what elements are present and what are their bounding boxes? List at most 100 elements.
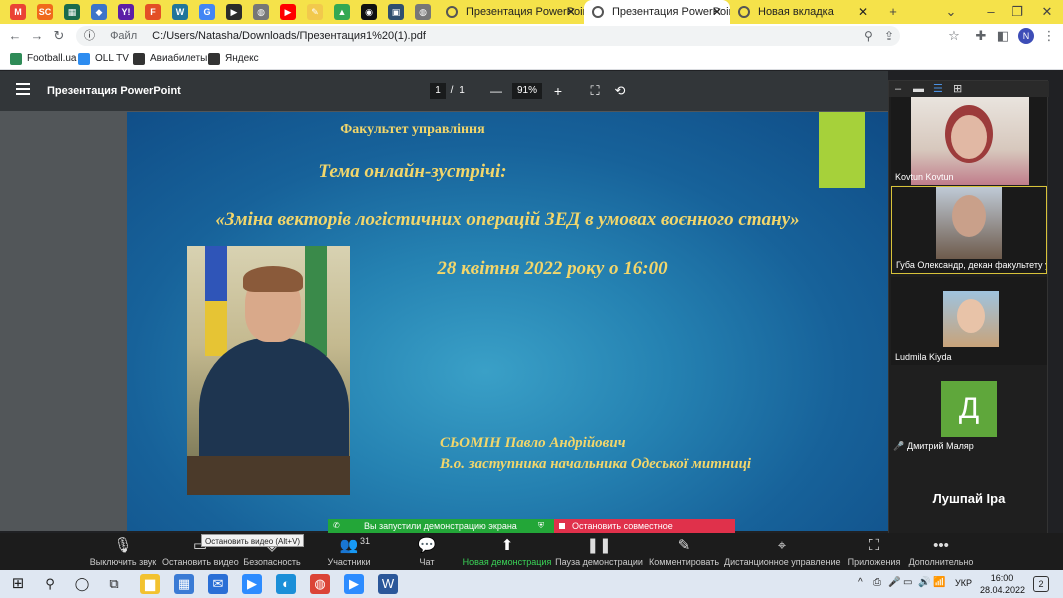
clock[interactable]: 16:00 28.04.2022 — [980, 572, 1025, 596]
wifi-icon[interactable]: 📶 — [933, 577, 945, 588]
mute-button[interactable]: 🎙 Выключить звук — [88, 533, 158, 570]
explorer-icon[interactable]: ▆ — [140, 574, 160, 594]
single-view-icon[interactable]: ▬ — [913, 83, 924, 95]
page-app-icon[interactable]: ▣ — [388, 4, 404, 20]
bookmark-item[interactable]: Яндекс — [208, 51, 259, 67]
gmail-icon[interactable]: M — [10, 4, 26, 20]
toolbar-label: Дистанционное управление — [724, 557, 841, 567]
browser-menu-icon[interactable]: ⋮ — [1040, 27, 1058, 45]
device-icon[interactable]: ⎙ — [873, 577, 881, 588]
youtube-icon[interactable]: ▶ — [280, 4, 296, 20]
close-icon[interactable]: ✕ — [858, 0, 868, 24]
close-icon[interactable]: ✕ — [712, 0, 722, 24]
reload-button[interactable]: ↻ — [50, 27, 68, 45]
language-indicator[interactable]: УКР — [955, 578, 972, 588]
page-input[interactable]: 1 — [430, 83, 446, 99]
cortana-icon[interactable]: ◯ — [72, 574, 92, 594]
back-button[interactable]: ← — [6, 27, 24, 45]
tooltip: Остановить видео (Alt+V) — [201, 534, 305, 547]
apps-icon: ⛶ — [868, 537, 880, 554]
chrome-icon[interactable]: ◍ — [310, 574, 330, 594]
wordpress-icon[interactable]: W — [172, 4, 188, 20]
word-icon[interactable]: W — [378, 574, 398, 594]
mail-icon[interactable]: ✉ — [208, 574, 228, 594]
strip-view-icon[interactable]: ☰ — [933, 83, 943, 95]
bookmark-label: Football.ua — [27, 53, 77, 64]
globe-icon[interactable]: ◍ — [253, 4, 269, 20]
profile-avatar[interactable]: N — [1018, 28, 1034, 44]
zoom-icon[interactable]: ⚲ — [864, 26, 873, 46]
share-icon[interactable]: ⇪ — [884, 26, 894, 46]
pause-share-button[interactable]: ❚❚ Пауза демонстрации — [554, 533, 644, 570]
zoom-level[interactable]: 91% — [512, 83, 542, 99]
participant-video[interactable]: Ludmila Kiyda — [891, 277, 1047, 365]
bookmark-item[interactable]: OLL TV — [78, 51, 129, 67]
stop-share-button[interactable]: Остановить совместное использование — [554, 519, 735, 545]
store-icon[interactable]: ▦ — [174, 574, 194, 594]
note-icon[interactable]: ✎ — [307, 4, 323, 20]
chat-button[interactable]: 💬 Чат — [404, 533, 450, 570]
remote-control-button[interactable]: ⌖ Дистанционное управление — [724, 533, 840, 570]
minimize-icon[interactable]: – — [978, 0, 1004, 24]
participant-name: Kovtun Kovtun — [895, 172, 954, 182]
show-hidden-icon[interactable]: ^ — [858, 577, 863, 588]
new-tab-button[interactable]: + — [880, 0, 906, 24]
menu-icon[interactable] — [16, 83, 30, 85]
participant-video[interactable]: Губа Олександр, декан факультету у... — [891, 186, 1047, 274]
google-icon[interactable]: G — [199, 4, 215, 20]
forward-button[interactable]: → — [28, 27, 46, 45]
rotate-icon[interactable]: ⟲ — [611, 83, 629, 99]
participant-avatar: Д — [941, 381, 997, 437]
task-view-icon[interactable]: ⧉ — [104, 574, 124, 594]
sc-icon[interactable]: SC — [37, 4, 53, 20]
url-text[interactable]: C:/Users/Natasha/Downloads/Презентация1%… — [152, 30, 426, 42]
extensions-icon[interactable]: ✚ — [972, 27, 990, 45]
annotate-button[interactable]: ✎ Комментировать — [646, 533, 722, 570]
info-icon[interactable]: ⓘ — [84, 30, 95, 42]
f-app-icon[interactable]: F — [145, 4, 161, 20]
zoom-meeting-icon[interactable]: ▶ — [344, 574, 364, 594]
yahoo-icon[interactable]: Y! — [118, 4, 134, 20]
diamond-app-icon[interactable]: ◆ — [91, 4, 107, 20]
sharing-status: Вы запустили демонстрацию экрана — [364, 521, 517, 531]
globe-icon[interactable]: ◍ — [415, 4, 431, 20]
more-button[interactable]: ••• Дополнительно — [906, 533, 976, 570]
edge-icon[interactable]: ◐ — [276, 574, 296, 594]
participants-button[interactable]: 👥 Участники 31 — [322, 533, 376, 570]
minimize-panel-icon[interactable]: – — [895, 83, 901, 95]
bookmark-star-icon[interactable]: ☆ — [945, 27, 963, 45]
loop-app-icon[interactable]: ◉ — [361, 4, 377, 20]
participant-video[interactable]: Kovtun Kovtun — [891, 97, 1047, 185]
restore-icon[interactable]: ❐ — [1004, 0, 1030, 24]
apps-button[interactable]: ⛶ Приложения — [844, 533, 904, 570]
battery-icon[interactable]: ▭ — [903, 577, 912, 588]
bookmark-item[interactable]: Football.ua — [10, 51, 76, 67]
microphone-icon[interactable]: 🎤 — [888, 577, 900, 588]
participants-panel: – ▬ ☰ ⊞ Kovtun Kovtun Губа Олександр, де… — [888, 80, 1049, 543]
remote-control-icon: ⌖ — [777, 537, 787, 554]
zoom-in-button[interactable]: + — [550, 83, 566, 99]
bookmark-item[interactable]: Авиабилеты — [133, 51, 207, 67]
browser-tab[interactable]: Новая вкладка ✕ — [730, 0, 876, 24]
url-bar[interactable]: ⓘ Файл C:/Users/Natasha/Downloads/Презен… — [76, 26, 900, 46]
search-icon[interactable]: ⚲ — [40, 574, 60, 594]
drive-icon[interactable]: ▲ — [334, 4, 350, 20]
close-window-icon[interactable]: ✕ — [1034, 0, 1060, 24]
fit-page-icon[interactable]: ⛶ — [586, 83, 604, 99]
grid-view-icon[interactable]: ⊞ — [953, 83, 962, 95]
speaker-title: В.о. заступника начальника Одеської митн… — [440, 456, 752, 472]
grid-app-icon[interactable]: ▦ — [64, 4, 80, 20]
zoom-out-button[interactable]: — — [488, 83, 504, 99]
volume-icon[interactable]: 🔊 — [918, 577, 930, 588]
zoom-icon[interactable]: ▶ — [242, 574, 262, 594]
screen: M SC ▦ ◆ Y! F W G ▶ ◍ ▶ ✎ ▲ ◉ ▣ ◍ Презентация PowerPoint… — [0, 0, 1063, 598]
side-panel-icon[interactable]: ◧ — [994, 27, 1012, 45]
browser-tab[interactable]: Презентация PowerPoint ✕ — [438, 0, 584, 24]
start-icon[interactable]: ⊞ — [8, 574, 28, 594]
notifications-icon[interactable]: 2 — [1033, 576, 1049, 592]
browser-tab[interactable]: Презентация PowerPoint ✕ — [584, 0, 730, 24]
close-icon[interactable]: ✕ — [566, 0, 576, 24]
play-app-icon[interactable]: ▶ — [226, 4, 242, 20]
tab-search-icon[interactable]: ⌄ — [938, 0, 964, 24]
new-share-button[interactable]: ⬆ Новая демонстрация — [462, 533, 552, 570]
